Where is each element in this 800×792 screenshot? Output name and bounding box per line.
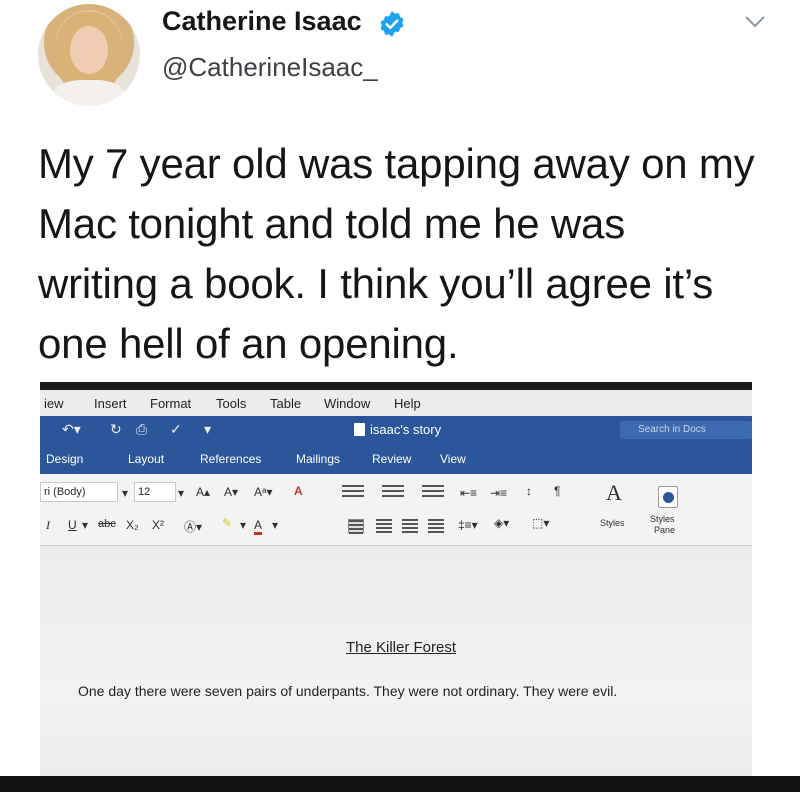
display-name[interactable]: Catherine Isaac xyxy=(162,6,362,37)
highlight-dropdown-icon[interactable]: ▾ xyxy=(240,518,246,532)
tweet-text-line: Mac tonight and told me he was xyxy=(38,200,626,247)
menu-item-table[interactable]: Table xyxy=(270,396,301,411)
italic-icon[interactable]: I xyxy=(46,518,50,533)
styles-pane-label[interactable]: Pane xyxy=(654,525,675,535)
menu-item-tools[interactable]: Tools xyxy=(216,396,246,411)
clear-formatting-icon[interactable]: A xyxy=(294,484,303,498)
align-left-icon[interactable] xyxy=(348,519,364,534)
font-name-value: ri (Body) xyxy=(44,486,86,498)
decrease-indent-icon[interactable]: ⇤≡ xyxy=(460,486,477,500)
document-heading: The Killer Forest xyxy=(346,639,457,656)
font-size-dropdown-icon[interactable]: ▾ xyxy=(178,486,184,500)
screen-bezel xyxy=(40,382,752,390)
menu-item-view[interactable]: iew xyxy=(44,396,64,411)
font-name-select[interactable]: ri (Body) xyxy=(40,482,118,502)
tweet-text-line: writing a book. I think you’ll agree it’… xyxy=(38,260,714,307)
tweet-header: Catherine Isaac @CatherineIsaac_ xyxy=(0,0,800,110)
ribbon-tabs: Design Layout References Mailings Review… xyxy=(40,444,752,474)
font-size-select[interactable]: 12 xyxy=(134,482,176,502)
borders-icon[interactable]: ⬚▾ xyxy=(532,516,549,530)
mac-menubar: iew Insert Format Tools Table Window Hel… xyxy=(40,390,752,416)
document-page[interactable]: The Killer Forest One day there were sev… xyxy=(40,547,752,792)
align-center-icon[interactable] xyxy=(376,519,392,533)
customize-toolbar-icon[interactable]: ▾ xyxy=(204,421,211,438)
verified-badge-icon xyxy=(380,11,404,37)
tweet-text-line: My 7 year old was tapping away on my xyxy=(38,140,755,187)
document-paragraph: One day there were seven pairs of underp… xyxy=(78,683,618,699)
avatar-shirt xyxy=(52,80,126,106)
font-color-icon[interactable]: A xyxy=(254,518,263,535)
bottom-border xyxy=(0,776,800,792)
tweet-text: My 7 year old was tapping away on my Mac… xyxy=(38,134,778,374)
styles-gallery-icon[interactable]: A xyxy=(606,480,622,506)
word-titlebar: ↶▾ ↻ ⎙ ✓ ▾ isaac's story Search in Docs xyxy=(40,416,752,444)
menu-item-window[interactable]: Window xyxy=(324,396,370,411)
sort-icon[interactable]: ↕ xyxy=(526,484,532,498)
superscript-icon[interactable]: X² xyxy=(152,518,164,532)
subscript-icon[interactable]: X₂ xyxy=(126,518,139,532)
align-right-icon[interactable] xyxy=(402,519,418,533)
change-case-icon[interactable]: Aᵃ▾ xyxy=(254,485,273,499)
home-ribbon: ri (Body) ▾ 12 ▾ A▴ A▾ Aᵃ▾ A ⇤≡ ⇥≡ ↕ ¶ A… xyxy=(40,474,752,546)
underline-dropdown-icon[interactable]: ▾ xyxy=(82,518,88,532)
tab-review[interactable]: Review xyxy=(372,452,411,466)
menu-item-insert[interactable]: Insert xyxy=(94,396,127,411)
menu-item-help[interactable]: Help xyxy=(394,396,421,411)
font-size-value: 12 xyxy=(138,486,151,498)
highlight-icon[interactable]: ✎ xyxy=(222,516,232,530)
strikethrough-icon[interactable]: abc xyxy=(98,518,116,530)
grow-font-icon[interactable]: A▴ xyxy=(196,485,210,499)
font-name-dropdown-icon[interactable]: ▾ xyxy=(122,486,128,500)
multilevel-list-icon[interactable] xyxy=(422,485,444,499)
line-spacing-icon[interactable]: ‡≡▾ xyxy=(458,518,478,532)
font-color-dropdown-icon[interactable]: ▾ xyxy=(272,518,278,532)
search-placeholder: Search in Docs xyxy=(638,424,706,435)
shading-icon[interactable]: ◈▾ xyxy=(494,516,509,530)
numbering-icon[interactable] xyxy=(382,485,404,499)
styles-label[interactable]: Styles xyxy=(600,518,625,528)
user-handle[interactable]: @CatherineIsaac_ xyxy=(162,52,378,83)
underline-icon[interactable]: U xyxy=(68,518,77,532)
show-formatting-icon[interactable]: ¶ xyxy=(554,484,560,498)
styles-pane-icon[interactable] xyxy=(658,486,678,508)
menu-item-format[interactable]: Format xyxy=(150,396,191,411)
bullets-icon[interactable] xyxy=(342,485,364,499)
redo-icon[interactable]: ↻ xyxy=(110,421,122,438)
document-icon xyxy=(354,423,365,436)
shrink-font-icon[interactable]: A▾ xyxy=(224,485,238,499)
tab-design[interactable]: Design xyxy=(46,452,83,466)
tab-mailings[interactable]: Mailings xyxy=(296,452,340,466)
justify-icon[interactable] xyxy=(428,519,444,533)
text-effects-icon[interactable]: Ⓐ▾ xyxy=(184,518,202,535)
search-input[interactable]: Search in Docs xyxy=(620,421,752,439)
spelling-icon[interactable]: ✓ xyxy=(170,421,182,438)
styles-pane-label[interactable]: Styles xyxy=(650,514,675,524)
chevron-down-icon[interactable] xyxy=(744,14,766,30)
undo-icon[interactable]: ↶▾ xyxy=(62,421,81,438)
tab-layout[interactable]: Layout xyxy=(128,452,164,466)
tab-references[interactable]: References xyxy=(200,452,261,466)
tab-view[interactable]: View xyxy=(440,452,466,466)
tweet-photo[interactable]: iew Insert Format Tools Table Window Hel… xyxy=(40,382,752,792)
increase-indent-icon[interactable]: ⇥≡ xyxy=(490,486,507,500)
avatar-face xyxy=(70,26,108,74)
tweet-text-line: one hell of an opening. xyxy=(38,320,459,367)
print-icon[interactable]: ⎙ xyxy=(136,421,147,438)
avatar[interactable] xyxy=(38,4,140,106)
document-title: isaac's story xyxy=(370,422,442,437)
